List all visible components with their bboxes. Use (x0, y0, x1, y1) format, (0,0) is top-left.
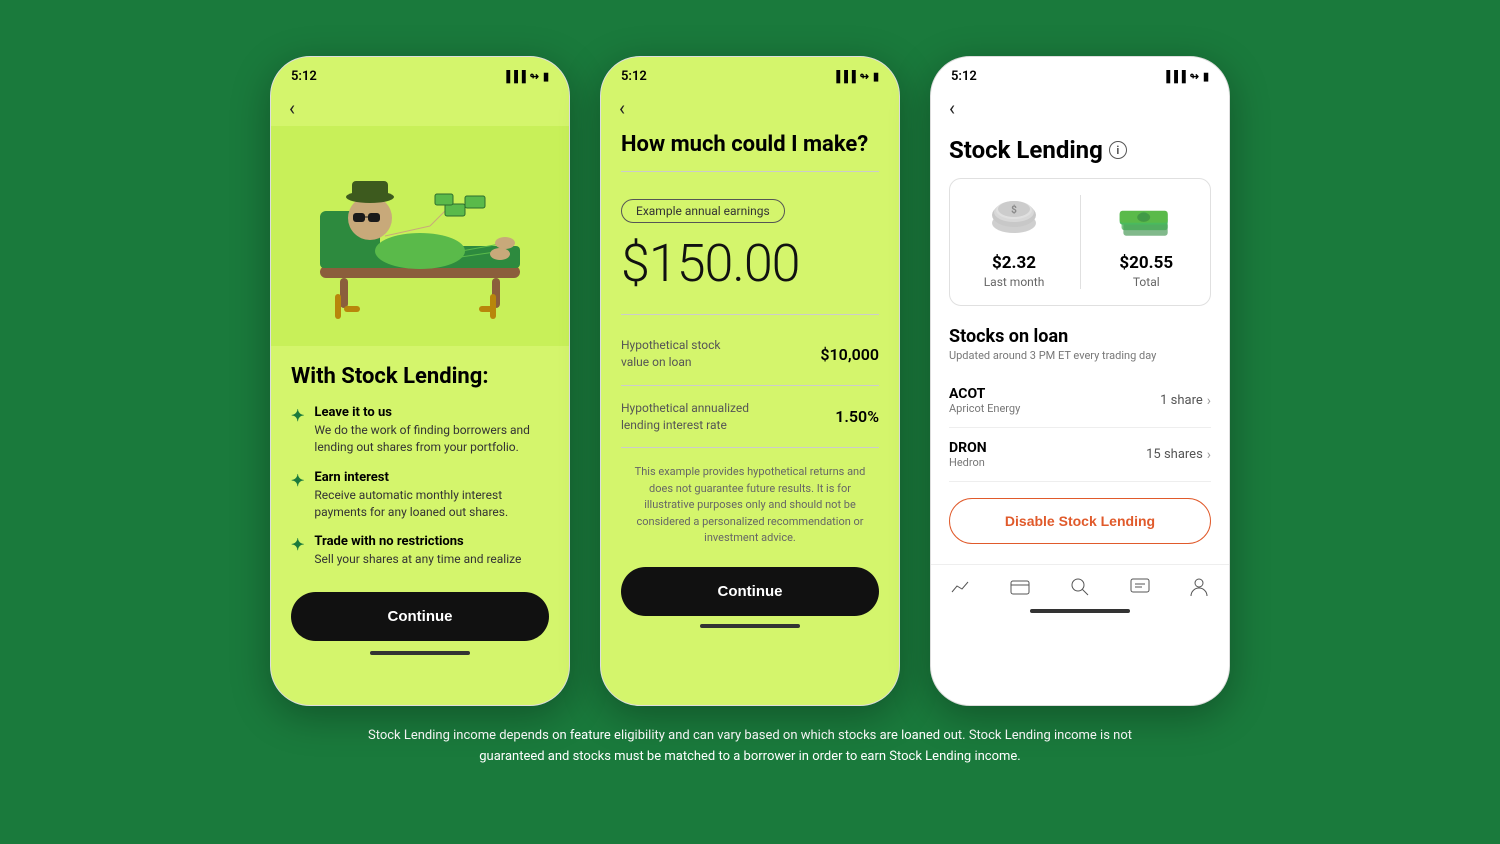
time-1: 5:12 (291, 69, 317, 84)
earnings-item-monthly: $ $2.32 Last month (984, 195, 1045, 289)
ticker-1: ACOT (949, 386, 1020, 402)
feature-list: ✦ Leave it to us We do the work of findi… (291, 405, 549, 568)
continue-button-1[interactable]: Continue (291, 592, 549, 641)
nav-chart-icon[interactable] (949, 575, 973, 599)
stock-shares-1: 1 share › (1160, 393, 1211, 409)
stocks-update-text: Updated around 3 PM ET every trading day (949, 349, 1211, 362)
phone-2: 5:12 ▐▐▐ ↬ ▮ ‹ How much could I make? Ex… (600, 56, 900, 706)
nav-search-icon[interactable] (1068, 575, 1092, 599)
phone-3: 5:12 ▐▐▐ ↬ ▮ ‹ Stock Lending i (930, 56, 1230, 706)
phones-container: 5:12 ▐▐▐ ↬ ▮ ‹ (270, 56, 1230, 706)
bottom-nav (931, 564, 1229, 605)
phone3-content: Stock Lending i $ (931, 126, 1229, 564)
divider-mid (621, 314, 879, 315)
status-bar-3: 5:12 ▐▐▐ ↬ ▮ (931, 57, 1229, 90)
back-button-2[interactable]: ‹ (601, 90, 899, 126)
earnings-card-divider (1080, 195, 1081, 289)
phone2-content: How much could I make? Example annual ea… (601, 126, 899, 634)
feature-desc-2: Receive automatic monthly interest payme… (314, 487, 549, 521)
stock-shares-2: 15 shares › (1146, 447, 1211, 463)
bullet-icon-2: ✦ (291, 471, 304, 490)
back-button-1[interactable]: ‹ (271, 90, 569, 126)
character-svg (290, 136, 550, 336)
status-icons-1: ▐▐▐ ↬ ▮ (502, 70, 549, 83)
chevron-right-icon-1: › (1207, 393, 1211, 409)
feature-desc-3: Sell your shares at any time and realize (314, 551, 521, 568)
calc-value-1: $10,000 (820, 345, 879, 364)
disable-stock-lending-button[interactable]: Disable Stock Lending (949, 498, 1211, 544)
home-indicator-1 (370, 651, 470, 655)
divider-top (621, 171, 879, 172)
ticker-2: DRON (949, 440, 987, 456)
bullet-icon-3: ✦ (291, 535, 304, 554)
phone-1: 5:12 ▐▐▐ ↬ ▮ ‹ (270, 56, 570, 706)
coin-image: $ (984, 195, 1044, 245)
total-amount: $20.55 (1116, 253, 1176, 273)
illustration-1 (271, 126, 569, 346)
calc-label-1: Hypothetical stock value on loan (621, 337, 720, 371)
nav-chat-icon[interactable] (1128, 575, 1152, 599)
chevron-right-icon-2: › (1207, 447, 1211, 463)
money-image (1116, 195, 1176, 245)
last-month-amount: $2.32 (984, 253, 1045, 273)
bullet-icon-1: ✦ (291, 406, 304, 425)
status-icons-3: ▐▐▐ ↬ ▮ (1162, 70, 1209, 83)
page-title: Stock Lending i (949, 136, 1211, 164)
home-indicator-3 (1030, 609, 1130, 613)
big-amount: $150.00 (621, 233, 879, 294)
stock-row-1[interactable]: ACOT Apricot Energy 1 share › (949, 374, 1211, 428)
status-icons-2: ▐▐▐ ↬ ▮ (832, 70, 879, 83)
phone1-content: With Stock Lending: ✦ Leave it to us We … (271, 346, 569, 673)
stock-name-1: Apricot Energy (949, 402, 1020, 415)
earnings-badge: Example annual earnings (621, 199, 785, 223)
last-month-label: Last month (984, 275, 1045, 289)
calc-label-2: Hypothetical annualized lending interest… (621, 400, 749, 434)
calc-row-1: Hypothetical stock value on loan $10,000 (621, 323, 879, 386)
home-indicator-2 (700, 624, 800, 628)
phone2-title: How much could I make? (621, 132, 879, 157)
svg-text:$: $ (1011, 203, 1017, 216)
stocks-section-title: Stocks on loan (949, 326, 1211, 347)
continue-button-2[interactable]: Continue (621, 567, 879, 616)
feature-title-3: Trade with no restrictions (314, 534, 521, 549)
phone1-title: With Stock Lending: (291, 364, 549, 389)
stock-name-2: Hedron (949, 456, 987, 469)
status-bar-1: 5:12 ▐▐▐ ↬ ▮ (271, 57, 569, 90)
nav-person-icon[interactable] (1187, 575, 1211, 599)
info-icon[interactable]: i (1109, 141, 1127, 159)
list-item: ✦ Earn interest Receive automatic monthl… (291, 470, 549, 521)
status-bar-2: 5:12 ▐▐▐ ↬ ▮ (601, 57, 899, 90)
list-item: ✦ Leave it to us We do the work of findi… (291, 405, 549, 456)
back-button-3[interactable]: ‹ (931, 90, 1229, 126)
calc-value-2: 1.50% (835, 407, 879, 426)
nav-card-icon[interactable] (1008, 575, 1032, 599)
earnings-item-total: $20.55 Total (1116, 195, 1176, 289)
feature-desc-1: We do the work of finding borrowers and … (314, 422, 549, 456)
list-item: ✦ Trade with no restrictions Sell your s… (291, 534, 549, 568)
time-2: 5:12 (621, 69, 647, 84)
disclaimer-text: This example provides hypothetical retur… (621, 464, 879, 547)
total-label: Total (1116, 275, 1176, 289)
calc-row-2: Hypothetical annualized lending interest… (621, 386, 879, 449)
feature-title-1: Leave it to us (314, 405, 549, 420)
footer-text: Stock Lending income depends on feature … (340, 726, 1160, 768)
time-3: 5:12 (951, 69, 977, 84)
feature-title-2: Earn interest (314, 470, 549, 485)
stock-row-2[interactable]: DRON Hedron 15 shares › (949, 428, 1211, 482)
earnings-card: $ $2.32 Last month (949, 178, 1211, 306)
